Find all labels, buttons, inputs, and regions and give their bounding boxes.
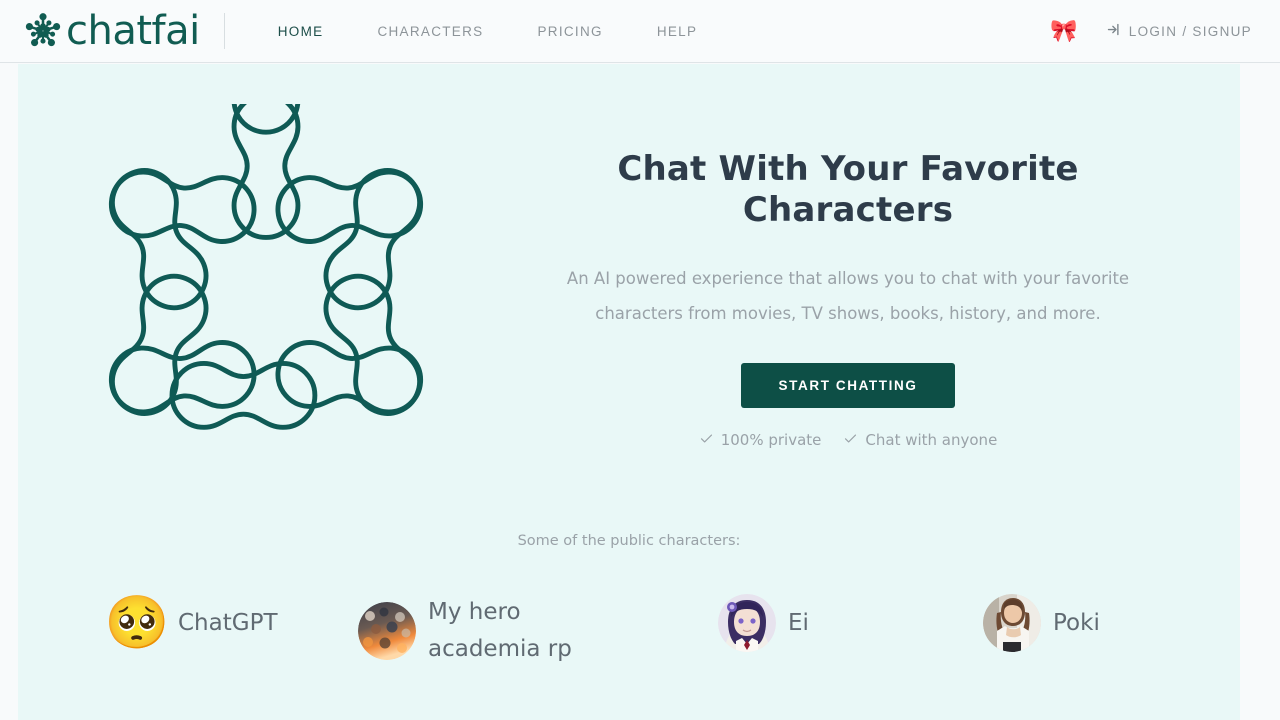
pleading-face-emoji-icon: 🥺 <box>108 594 166 652</box>
nav-item-characters[interactable]: CHARACTERS <box>350 18 510 45</box>
login-signup-label: LOGIN / SIGNUP <box>1128 23 1252 39</box>
public-characters-label: Some of the public characters: <box>517 533 741 549</box>
character-card-poki[interactable]: Poki <box>983 594 1208 652</box>
header-divider <box>223 13 225 49</box>
header-actions: 🎀 LOGIN / SIGNUP <box>1050 20 1252 42</box>
nav-item-home[interactable]: HOME <box>251 18 351 45</box>
nav-item-help[interactable]: HELP <box>630 18 724 45</box>
page-title: Chat With Your Favorite Characters <box>617 149 1079 230</box>
character-name: My hero academia rp <box>428 599 572 662</box>
feature-private: 100% private <box>699 431 822 450</box>
character-name: Poki <box>1053 609 1100 636</box>
avatar: 🥺 <box>108 594 166 652</box>
login-signup-button[interactable]: LOGIN / SIGNUP <box>1106 22 1252 40</box>
site-header: chatfai HOME CHARACTERS PRICING HELP 🎀 L… <box>0 0 1280 63</box>
character-name: ChatGPT <box>178 609 278 636</box>
feature-chat-with-anyone-label: Chat with anyone <box>865 431 998 450</box>
character-name: Ei <box>788 609 809 636</box>
check-icon <box>699 431 714 450</box>
start-chatting-button[interactable]: START CHATTING <box>740 362 956 408</box>
login-arrow-icon <box>1106 22 1121 40</box>
feature-list: 100% private Chat with anyone <box>508 431 1188 450</box>
character-card-chatgpt[interactable]: 🥺 ChatGPT <box>108 594 358 652</box>
feature-chat-with-anyone: Chat with anyone <box>843 431 997 450</box>
character-card-ei[interactable]: Ei <box>718 594 983 652</box>
avatar <box>718 594 776 652</box>
character-card-my-hero-academia-rp[interactable]: My hero academia rp <box>358 594 718 668</box>
radial-dumbbell-pattern-icon <box>78 65 454 480</box>
hero-copy: Chat With Your Favorite Characters An AI… <box>508 149 1188 450</box>
avatar <box>983 594 1041 652</box>
ribbon-bow-icon[interactable]: 🎀 <box>1050 20 1077 42</box>
cta-wrapper: START CHATTING <box>508 362 1188 408</box>
avatar <box>358 602 416 660</box>
brand-wordmark: chatfai <box>66 8 200 54</box>
hero-section: Chat With Your Favorite Characters An AI… <box>18 64 1240 720</box>
public-characters-list: 🥺 ChatGPT My hero academia rp Ei Poki <box>108 594 1208 668</box>
chatfai-logo-icon <box>22 10 64 52</box>
feature-private-label: 100% private <box>720 431 822 450</box>
brand-logo[interactable]: chatfai <box>22 0 200 62</box>
main-nav: HOME CHARACTERS PRICING HELP <box>251 18 725 45</box>
page-root: chatfai HOME CHARACTERS PRICING HELP 🎀 L… <box>0 0 1280 720</box>
nav-item-pricing[interactable]: PRICING <box>510 18 629 45</box>
hero-subtitle: An AI powered experience that allows you… <box>566 268 1130 323</box>
check-icon <box>843 431 858 450</box>
